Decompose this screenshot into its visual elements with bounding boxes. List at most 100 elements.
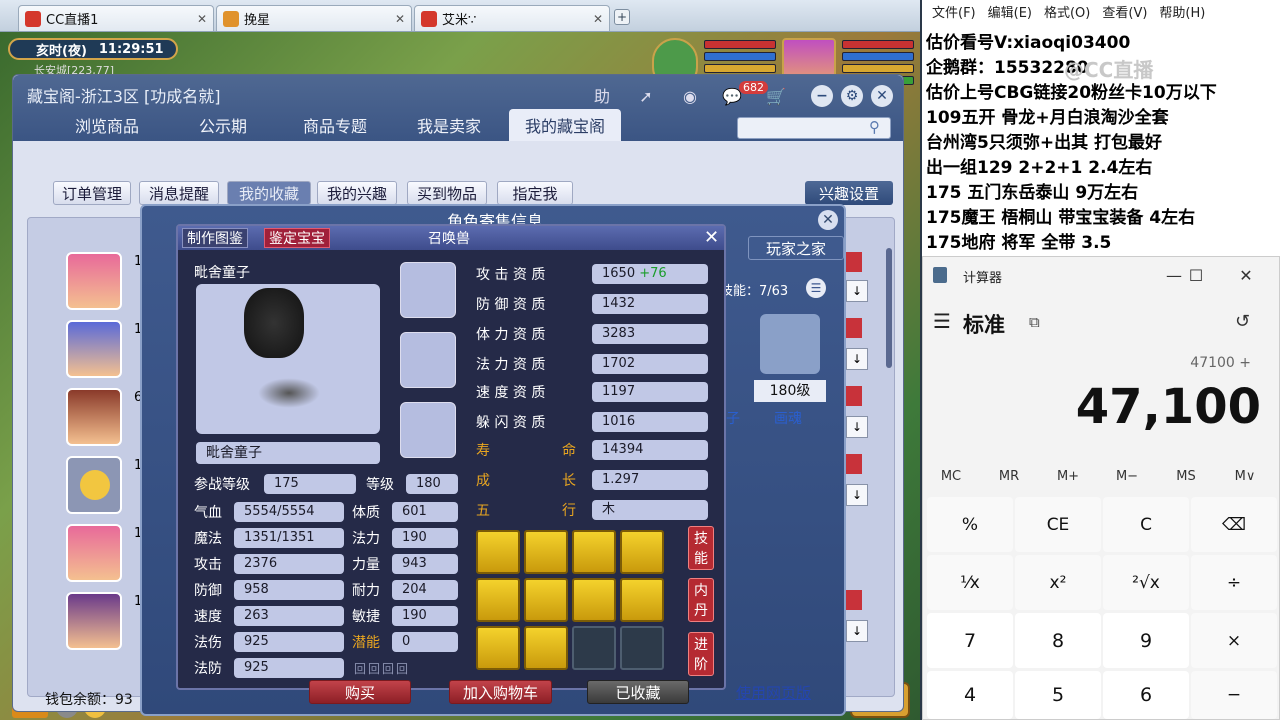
- expand-button[interactable]: ↓: [846, 416, 868, 438]
- weapon-skill-icon[interactable]: [620, 530, 664, 574]
- beast-skill-icon[interactable]: [476, 578, 520, 622]
- slash-skill-icon[interactable]: [524, 530, 568, 574]
- collected-button[interactable]: 已收藏: [587, 680, 689, 704]
- clear-button[interactable]: C: [1103, 497, 1189, 552]
- memory-subtract-button[interactable]: M−: [1099, 469, 1155, 484]
- list-avatar[interactable]: [66, 592, 122, 650]
- digit-8-button[interactable]: 8: [1015, 613, 1101, 668]
- new-tab-button[interactable]: +: [614, 9, 630, 25]
- tab-topics[interactable]: 商品专题: [285, 109, 385, 141]
- sword-skill-icon[interactable]: [524, 578, 568, 622]
- subtab-orders[interactable]: 订单管理: [53, 181, 131, 205]
- memory-list-button[interactable]: M∨: [1217, 469, 1273, 484]
- subtab-favorites[interactable]: 我的收藏: [227, 181, 311, 205]
- minus-button[interactable]: −: [1191, 671, 1277, 719]
- help-icon[interactable]: 助: [589, 85, 615, 109]
- search-icon[interactable]: ⚲: [869, 118, 880, 136]
- close-tab-icon[interactable]: ✕: [197, 12, 207, 26]
- reciprocal-button[interactable]: ¹⁄x: [927, 555, 1013, 610]
- shield-skill-icon[interactable]: [524, 626, 568, 670]
- interest-settings-button[interactable]: 兴趣设置: [805, 181, 893, 205]
- digit-4-button[interactable]: 4: [927, 671, 1013, 719]
- subtab-messages[interactable]: 消息提醒: [139, 181, 219, 205]
- pet-equip-slot-1[interactable]: [400, 262, 456, 318]
- close-button[interactable]: ✕: [871, 85, 893, 107]
- tab-public[interactable]: 公示期: [173, 109, 273, 141]
- settings-button[interactable]: ⚙: [841, 85, 863, 107]
- close-tab-icon[interactable]: ✕: [593, 12, 603, 26]
- figure-skill-icon[interactable]: [620, 578, 664, 622]
- pet-equip-slot-3[interactable]: [400, 402, 456, 458]
- memory-recall-button[interactable]: MR: [981, 469, 1037, 484]
- menu-help[interactable]: 帮助(H): [1159, 2, 1205, 24]
- eye-skill-icon[interactable]: [476, 530, 520, 574]
- expand-button[interactable]: ↓: [846, 280, 868, 302]
- clear-entry-button[interactable]: CE: [1015, 497, 1101, 552]
- cart-icon[interactable]: 🛒: [763, 85, 789, 109]
- list-avatar[interactable]: [66, 320, 122, 378]
- player-home-tab[interactable]: 玩家之家: [748, 236, 844, 260]
- menu-file[interactable]: 文件(F): [932, 2, 976, 24]
- memory-clear-button[interactable]: MC: [923, 469, 979, 484]
- advance-button[interactable]: 进阶: [688, 632, 714, 676]
- subtab-assigned[interactable]: 指定我: [497, 181, 573, 205]
- tab-pet-appraise[interactable]: 鉴定宝宝: [264, 228, 330, 248]
- claw-skill-icon[interactable]: [572, 578, 616, 622]
- close-icon[interactable]: ✕: [1231, 261, 1261, 291]
- pet-equip-slot-2[interactable]: [400, 332, 456, 388]
- list-avatar[interactable]: [66, 524, 122, 582]
- expand-button[interactable]: ↓: [846, 620, 868, 642]
- use-web-version-link[interactable]: 使用网页版: [736, 682, 811, 703]
- mall-search-input[interactable]: [737, 117, 891, 139]
- bow-skill-icon[interactable]: [572, 530, 616, 574]
- digit-6-button[interactable]: 6: [1103, 671, 1189, 719]
- tab-seller[interactable]: 我是卖家: [399, 109, 499, 141]
- keep-on-top-icon[interactable]: ⧉: [1029, 313, 1040, 331]
- dialog-close-button[interactable]: ✕: [818, 210, 838, 230]
- tab-browse[interactable]: 浏览商品: [57, 109, 157, 141]
- minimize-button[interactable]: −: [811, 85, 833, 107]
- heart-skill-icon[interactable]: [476, 626, 520, 670]
- expand-button[interactable]: ↓: [846, 484, 868, 506]
- square-button[interactable]: x²: [1015, 555, 1101, 610]
- list-icon[interactable]: ☰: [806, 278, 826, 298]
- expand-button[interactable]: ↓: [846, 348, 868, 370]
- list-red-tag[interactable]: [846, 318, 862, 338]
- pet-panel-close-button[interactable]: ✕: [704, 227, 719, 248]
- backspace-button[interactable]: ⌫: [1191, 497, 1277, 552]
- percent-button[interactable]: %: [927, 497, 1013, 552]
- menu-edit[interactable]: 编辑(E): [988, 2, 1032, 24]
- menu-view[interactable]: 查看(V): [1102, 2, 1147, 24]
- skills-button[interactable]: 技能: [688, 526, 714, 570]
- inner-core-button[interactable]: 内丹: [688, 578, 714, 622]
- record-icon[interactable]: ◉: [677, 85, 703, 109]
- history-icon[interactable]: ↺: [1235, 311, 1250, 332]
- list-red-tag[interactable]: [846, 386, 862, 406]
- subtab-purchased[interactable]: 买到物品: [407, 181, 487, 205]
- list-avatar[interactable]: [66, 388, 122, 446]
- buy-button[interactable]: 购买: [309, 680, 411, 704]
- digit-7-button[interactable]: 7: [927, 613, 1013, 668]
- browser-tab-cc[interactable]: CC直播1 ✕: [18, 5, 214, 31]
- add-to-cart-button[interactable]: 加入购物车: [449, 680, 552, 704]
- digit-9-button[interactable]: 9: [1103, 613, 1189, 668]
- list-red-tag[interactable]: [846, 252, 862, 272]
- list-avatar[interactable]: [66, 252, 122, 310]
- divide-button[interactable]: ÷: [1191, 555, 1277, 610]
- maximize-icon[interactable]: ☐: [1181, 261, 1211, 291]
- multiply-button[interactable]: ×: [1191, 613, 1277, 668]
- memory-add-button[interactable]: M+: [1040, 469, 1096, 484]
- digit-5-button[interactable]: 5: [1015, 671, 1101, 719]
- browser-tab-aimi[interactable]: 艾米∵ ✕: [414, 5, 610, 31]
- list-red-tag[interactable]: [846, 454, 862, 474]
- tab-pet-catalog[interactable]: 制作图鉴: [182, 228, 248, 248]
- list-red-tag[interactable]: [846, 590, 862, 610]
- list-scrollbar[interactable]: [886, 248, 892, 368]
- memory-store-button[interactable]: MS: [1158, 469, 1214, 484]
- tab-my-mall[interactable]: 我的藏宝阁: [509, 109, 621, 141]
- character-name[interactable]: 画魂: [774, 408, 802, 428]
- menu-format[interactable]: 格式(O): [1044, 2, 1090, 24]
- character-portrait[interactable]: [760, 314, 820, 374]
- share-icon[interactable]: ➚: [633, 85, 659, 109]
- subtab-interests[interactable]: 我的兴趣: [317, 181, 397, 205]
